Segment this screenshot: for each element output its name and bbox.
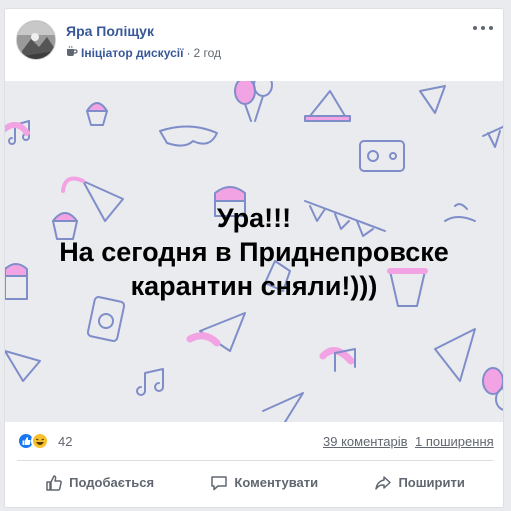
mask-doodle — [159, 125, 218, 147]
post-background: Ура!!! На сегодня в Приднепровске карант… — [5, 81, 503, 422]
role-badge[interactable]: Ініціатор дискусії — [81, 46, 183, 60]
cake-doodle — [304, 90, 351, 122]
balloons-doodle-2 — [482, 367, 503, 411]
music-note-doodle-2 — [136, 368, 164, 396]
share-button[interactable]: Поширити — [374, 474, 465, 492]
cupcake-doodle — [86, 102, 108, 126]
more-options-button[interactable] — [473, 23, 493, 33]
comment-button[interactable]: Коментувати — [210, 474, 318, 492]
coffee-cup-icon — [66, 45, 78, 60]
comment-label: Коментувати — [234, 475, 319, 490]
thumbs-up-icon — [45, 474, 63, 492]
reactions-bar: 42 39 коментарів 1 поширення — [5, 422, 503, 460]
like-button[interactable]: Подобається — [45, 474, 154, 492]
post-header: Яра Поліщук Ініціатор дискусії · 2 год — [5, 9, 503, 79]
haha-icon — [31, 432, 49, 450]
shares-count-link[interactable]: 1 поширення — [415, 434, 494, 449]
pizza-doodle — [434, 328, 476, 382]
pennant-doodle — [482, 125, 503, 148]
post-time[interactable]: 2 год — [193, 46, 221, 60]
post-text: Ура!!! На сегодня в Приднепровске карант… — [59, 203, 449, 301]
avatar[interactable] — [16, 20, 56, 60]
reaction-icons[interactable] — [17, 432, 55, 450]
cone-doodle-2 — [199, 312, 246, 352]
speaker-doodle-2 — [86, 296, 126, 342]
post-card: Яра Поліщук Ініціатор дискусії · 2 год У… — [4, 8, 504, 508]
comment-bubble-icon — [210, 474, 228, 492]
balloons-doodle — [234, 81, 273, 122]
share-label: Поширити — [398, 475, 465, 490]
comments-count-link[interactable]: 39 коментарів — [323, 434, 408, 449]
like-label: Подобається — [69, 475, 155, 490]
party-horn-doodle-2 — [5, 350, 41, 382]
author-name[interactable]: Яра Поліщук — [66, 23, 154, 39]
cone-doodle — [419, 85, 446, 114]
post-meta: Ініціатор дискусії · 2 год — [66, 45, 221, 60]
pizza-doodle-2 — [262, 392, 304, 422]
reaction-count[interactable]: 42 — [58, 434, 72, 449]
meta-separator: · — [186, 45, 191, 60]
share-arrow-icon — [374, 474, 392, 492]
post-actions: Подобається Коментувати Поширити — [17, 460, 493, 504]
speaker-doodle — [359, 140, 405, 172]
